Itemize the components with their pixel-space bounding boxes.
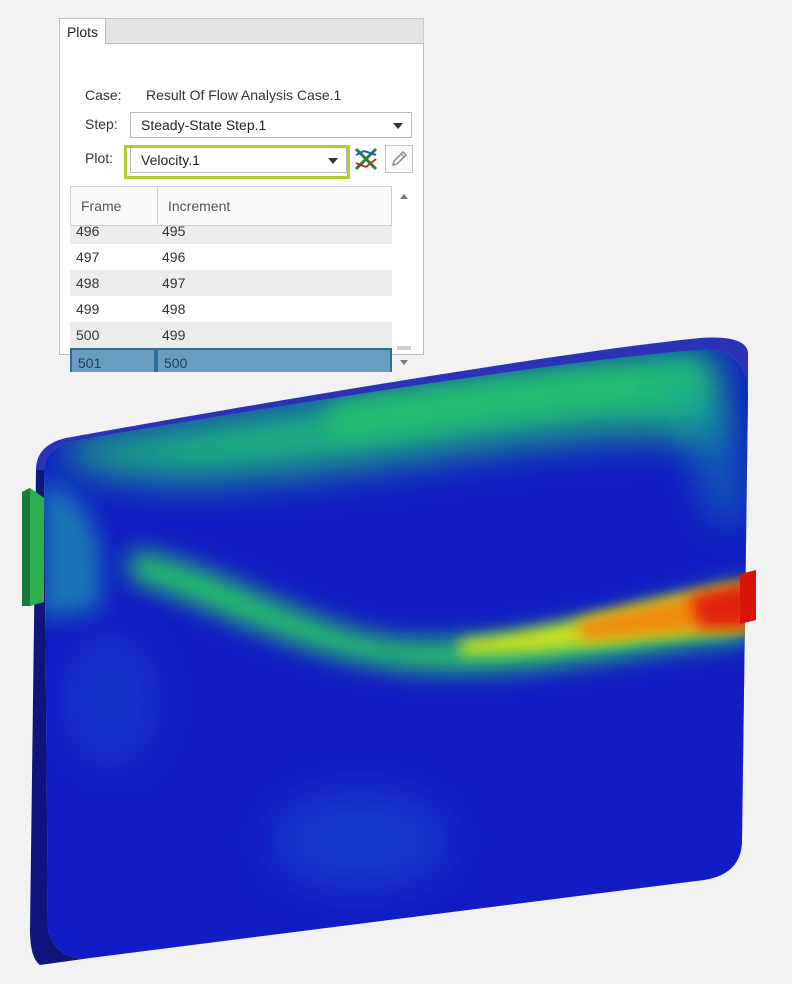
table-row[interactable]: 498 497	[70, 270, 392, 296]
step-dropdown[interactable]: Steady-State Step.1	[130, 112, 412, 138]
increment-cell: 496	[162, 249, 186, 265]
plot-dropdown[interactable]: Velocity.1	[130, 147, 347, 173]
increment-cell: 500	[156, 348, 392, 372]
chevron-down-icon	[328, 158, 338, 164]
scroll-thumb[interactable]	[397, 346, 411, 350]
increment-cell: 497	[162, 275, 186, 291]
tab-plots[interactable]: Plots	[59, 18, 106, 44]
scroll-up-icon[interactable]	[400, 194, 408, 199]
table-row[interactable]: 500 499	[70, 322, 392, 348]
case-value: Result Of Flow Analysis Case.1	[146, 87, 342, 103]
plot-style-icon	[354, 147, 378, 171]
scroll-down-icon[interactable]	[400, 360, 408, 365]
step-dropdown-value: Steady-State Step.1	[141, 117, 267, 133]
table-row-selected[interactable]: 501 500	[70, 348, 392, 372]
plot-dropdown-value: Velocity.1	[141, 152, 200, 168]
plots-panel-body: Case: Result Of Flow Analysis Case.1 Ste…	[59, 43, 424, 372]
tab-strip	[106, 18, 424, 44]
column-header-frame[interactable]: Frame	[71, 187, 157, 225]
chevron-down-icon	[393, 123, 403, 129]
frame-cell: 498	[76, 275, 100, 291]
edit-plot-button[interactable]	[385, 145, 413, 173]
outlet-tab	[740, 570, 756, 624]
frame-cell: 497	[76, 249, 100, 265]
plate-front-face	[44, 349, 748, 959]
frame-increment-table: Frame Increment 496 495 497 496 498 497 …	[70, 186, 392, 372]
table-row[interactable]: 497 496	[70, 244, 392, 270]
increment-cell: 498	[162, 301, 186, 317]
table-row[interactable]: 499 498	[70, 296, 392, 322]
increment-cell: 499	[162, 327, 186, 343]
step-label: Step:	[85, 116, 118, 132]
frame-cell: 500	[76, 327, 100, 343]
frame-cell: 499	[76, 301, 100, 317]
case-label: Case:	[85, 87, 122, 103]
table-scrollbar[interactable]	[395, 186, 415, 372]
column-header-increment[interactable]: Increment	[157, 187, 391, 225]
pencil-edit-icon	[391, 150, 408, 167]
plot-style-button[interactable]	[352, 145, 380, 173]
plot-label: Plot:	[85, 150, 114, 166]
plots-panel: Plots Case: Result Of Flow Analysis Case…	[59, 18, 424, 372]
table-header: Frame Increment	[70, 186, 392, 226]
frame-cell: 501	[70, 348, 156, 372]
